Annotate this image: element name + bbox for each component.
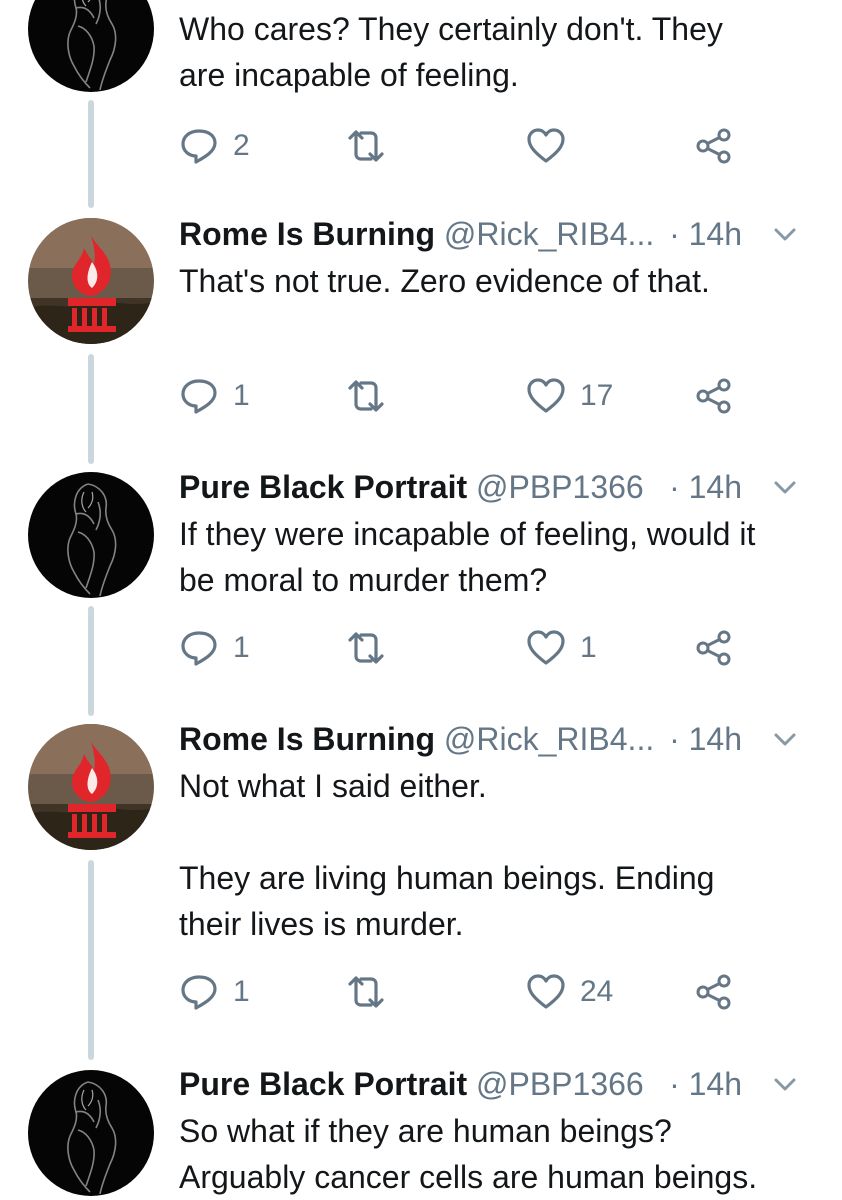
user-handle[interactable]: @Rick_RIB4... [444,216,654,252]
display-name[interactable]: Pure Black Portrait [179,469,467,505]
timestamp[interactable]: · 14h [669,719,742,759]
reply-button[interactable]: 1 [179,968,250,1016]
tweet-actions: 2 [179,122,779,170]
user-handle[interactable]: @PBP1366 [476,469,644,505]
tweet-text: If they were incapable of feeling, would… [179,516,756,598]
thread-line [88,860,94,1060]
tweet-text: Who cares? They certainly don't. They ar… [179,11,723,93]
timestamp[interactable]: · 14h [669,214,742,254]
tweet-actions: 1 24 [179,968,779,1016]
thread-line [88,100,94,208]
avatar[interactable] [28,218,154,344]
heart-icon [526,376,566,416]
share-icon [694,126,734,166]
chevron-down-icon[interactable] [770,1064,800,1104]
tweet-actions: 1 1 [179,624,779,672]
retweet-icon [344,376,388,416]
avatar[interactable] [28,1070,154,1196]
heart-icon [526,628,566,668]
retweet-icon [344,628,388,668]
user-handle[interactable]: @PBP1366 [476,1066,644,1102]
retweet-icon [344,972,388,1012]
reply-button[interactable]: 1 [179,624,250,672]
tweet-actions: 1 17 [179,372,779,420]
like-count: 1 [580,631,597,664]
retweet-button[interactable] [344,372,388,420]
heart-icon [526,126,566,166]
retweet-button[interactable] [344,624,388,672]
timestamp[interactable]: · 14h [669,467,742,507]
share-icon [694,376,734,416]
display-name[interactable]: Rome Is Burning [179,721,435,757]
reply-button[interactable]: 2 [179,122,250,170]
retweet-icon [344,126,388,166]
reply-icon [179,376,219,416]
reply-count: 2 [233,129,250,162]
chevron-down-icon[interactable] [770,719,800,759]
tweet-text: So what if they are human beings? Arguab… [179,1113,758,1195]
tweet-header: Pure Black Portrait @PBP1366 · 14h [179,1064,822,1104]
chevron-down-icon[interactable] [770,214,800,254]
share-button[interactable] [694,122,734,170]
tweet-text: Not what I said either. They are living … [179,768,715,942]
like-button[interactable]: 24 [526,968,613,1016]
reply-count: 1 [233,631,250,664]
share-button[interactable] [694,968,734,1016]
tweet-text: That's not true. Zero evidence of that. [179,263,710,299]
avatar[interactable] [28,0,154,92]
display-name[interactable]: Rome Is Burning [179,216,435,252]
avatar[interactable] [28,472,154,598]
thread-line [88,354,94,464]
retweet-button[interactable] [344,968,388,1016]
tweet-header: Rome Is Burning @Rick_RIB4... · 14h [179,719,822,759]
reply-count: 1 [233,975,250,1008]
reply-icon [179,126,219,166]
like-button[interactable] [526,122,566,170]
avatar[interactable] [28,724,154,850]
reply-icon [179,972,219,1012]
like-button[interactable]: 1 [526,624,597,672]
reply-icon [179,628,219,668]
user-handle[interactable]: @Rick_RIB4... [444,721,654,757]
share-icon [694,628,734,668]
share-button[interactable] [694,624,734,672]
timestamp[interactable]: · 14h [669,1064,742,1104]
share-icon [694,972,734,1012]
chevron-down-icon[interactable] [770,467,800,507]
tweet-header: Pure Black Portrait @PBP1366 · 14h [179,467,822,507]
like-button[interactable]: 17 [526,372,613,420]
tweet-header: Rome Is Burning @Rick_RIB4... · 14h [179,214,822,254]
display-name[interactable]: Pure Black Portrait [179,1066,467,1102]
like-count: 24 [580,975,614,1008]
reply-button[interactable]: 1 [179,372,250,420]
reply-count: 1 [233,379,250,412]
thread-line [88,606,94,716]
retweet-button[interactable] [344,122,388,170]
heart-icon [526,972,566,1012]
share-button[interactable] [694,372,734,420]
like-count: 17 [580,379,614,412]
